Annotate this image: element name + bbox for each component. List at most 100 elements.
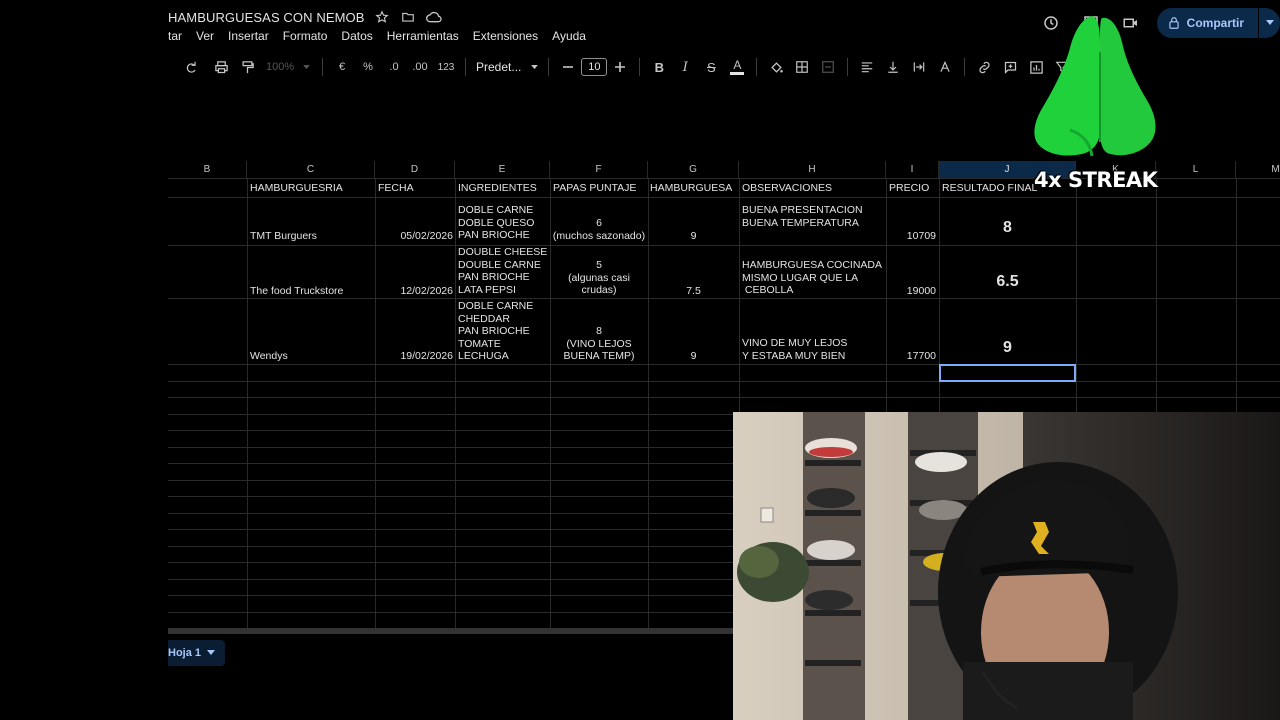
cell-name[interactable]: TMT Burguers — [250, 230, 317, 243]
decrease-decimals-button[interactable]: .0 — [383, 55, 405, 79]
column-header-b[interactable]: B — [168, 161, 247, 179]
menu-herramientas[interactable]: Herramientas — [387, 29, 459, 43]
column-header-l[interactable]: L — [1156, 161, 1236, 179]
menu-extensiones[interactable]: Extensiones — [473, 29, 538, 43]
grid-line — [455, 179, 456, 628]
grid-line — [168, 197, 1280, 198]
sheet-tab[interactable]: Hoja 1 — [168, 640, 226, 666]
cell-observaciones[interactable]: BUENA PRESENTACION BUENA TEMPERATURA — [742, 204, 863, 229]
cell-observaciones[interactable]: VINO DE MUY LEJOS Y ESTABA MUY BIEN — [742, 337, 847, 362]
cell-hamburguesa[interactable]: 7.5 — [648, 285, 739, 298]
header-fecha[interactable]: FECHA — [378, 182, 414, 195]
cell-name[interactable]: Wendys — [250, 350, 288, 363]
column-header-f[interactable]: F — [550, 161, 648, 179]
menu-ayuda[interactable]: Ayuda — [552, 29, 586, 43]
more-formats-button[interactable]: 123 — [435, 55, 457, 79]
toolbar-divider — [548, 58, 550, 76]
cell-precio[interactable]: 19000 — [886, 285, 936, 298]
merge-cells-icon[interactable] — [817, 55, 839, 79]
bold-icon[interactable]: B — [648, 55, 670, 79]
active-cell-selection[interactable] — [939, 364, 1076, 382]
column-header-d[interactable]: D — [375, 161, 455, 179]
cell-hamburguesa[interactable]: 9 — [648, 230, 739, 243]
cell-papas[interactable]: 5 (algunas casi crudas) — [550, 259, 648, 297]
cell-fecha[interactable]: 05/02/2026 — [375, 230, 453, 243]
sheet-tab-label: Hoja 1 — [168, 647, 202, 659]
text-rotation-icon[interactable] — [934, 55, 956, 79]
cell-papas[interactable]: 8 (VINO LEJOS BUENA TEMP) — [550, 325, 648, 363]
header-ingredientes[interactable]: INGREDIENTES — [458, 182, 537, 195]
cell-fecha[interactable]: 12/02/2026 — [375, 285, 453, 298]
cell-precio[interactable]: 10709 — [886, 230, 936, 243]
text-color-icon[interactable]: A — [726, 55, 748, 79]
grid-line — [550, 179, 551, 628]
increase-decimals-button[interactable]: .00 — [409, 55, 431, 79]
menu-insertar[interactable]: Insertar — [228, 29, 269, 43]
toolbar-divider — [322, 58, 323, 76]
decrease-font-size-icon[interactable] — [557, 55, 579, 79]
insert-link-icon[interactable] — [973, 55, 995, 79]
cell-resultado[interactable]: 6.5 — [939, 274, 1076, 290]
print-icon[interactable] — [210, 55, 232, 79]
currency-button[interactable]: € — [331, 55, 353, 79]
column-header-h[interactable]: H — [739, 161, 886, 179]
cell-ingredientes[interactable]: DOBLE CARNE DOBLE QUESO PAN BRIOCHE — [458, 204, 534, 242]
grid-line — [168, 381, 1280, 382]
toolbar-divider — [847, 58, 849, 76]
cloud-status-icon[interactable] — [425, 8, 443, 26]
paint-format-icon[interactable] — [236, 55, 258, 79]
column-header-i[interactable]: I — [886, 161, 939, 179]
document-title[interactable]: HAMBURGUESAS CON NEMOB — [168, 10, 365, 25]
column-header-c[interactable]: C — [247, 161, 375, 179]
increase-font-size-icon[interactable] — [609, 55, 631, 79]
share-dropdown-button[interactable] — [1258, 8, 1280, 38]
header-resultado-final[interactable]: RESULTADO FINAL — [942, 182, 1037, 195]
grid-line — [168, 245, 1280, 246]
horizontal-align-icon[interactable] — [856, 55, 878, 79]
share-label: Compartir — [1186, 16, 1244, 30]
cell-hamburguesa[interactable]: 9 — [648, 350, 739, 363]
menu-datos[interactable]: Datos — [341, 29, 372, 43]
column-header-g[interactable]: G — [648, 161, 739, 179]
grid-line — [247, 179, 248, 628]
header-hamburguesa[interactable]: HAMBURGUESA — [650, 182, 732, 195]
font-size-input[interactable]: 10 — [581, 58, 608, 76]
share-button[interactable]: Compartir — [1156, 8, 1258, 38]
header-papas-puntaje[interactable]: PAPAS PUNTAJE — [553, 182, 636, 195]
praying-hands-sticker — [1034, 16, 1156, 157]
chevron-down-icon — [207, 650, 216, 655]
header-precio[interactable]: PRECIO — [889, 182, 929, 195]
menu-editar[interactable]: tar — [168, 29, 182, 43]
move-folder-icon[interactable] — [399, 8, 417, 26]
cell-observaciones[interactable]: HAMBURGUESA COCINADA MISMO LUGAR QUE LA … — [742, 259, 882, 297]
streak-overlay-text: 4x STREAK — [1034, 168, 1158, 192]
redo-icon[interactable] — [180, 55, 202, 79]
grid-line — [168, 364, 1280, 365]
italic-icon[interactable]: I — [674, 55, 696, 79]
vertical-align-icon[interactable] — [882, 55, 904, 79]
cell-fecha[interactable]: 19/02/2026 — [375, 350, 453, 363]
zoom-select[interactable]: 100% — [262, 55, 314, 79]
cell-ingredientes[interactable]: DOBLE CARNE CHEDDAR PAN BRIOCHE TOMATE L… — [458, 300, 533, 363]
percent-button[interactable]: % — [357, 55, 379, 79]
cell-ingredientes[interactable]: DOUBLE CHEESE DOUBLE CARNE PAN BRIOCHE L… — [458, 246, 547, 296]
fill-color-icon[interactable] — [765, 55, 787, 79]
header-observaciones[interactable]: OBSERVACIONES — [742, 182, 832, 195]
cell-resultado[interactable]: 8 — [939, 220, 1076, 236]
borders-icon[interactable] — [791, 55, 813, 79]
cell-papas[interactable]: 6 (muchos sazonado) — [550, 217, 648, 242]
font-family-select[interactable]: Predet... — [472, 60, 542, 74]
header-hamburgueseria[interactable]: HAMBURGUESRIA — [250, 182, 343, 195]
cell-resultado[interactable]: 9 — [939, 340, 1076, 356]
strikethrough-icon[interactable]: S — [700, 55, 722, 79]
menu-formato[interactable]: Formato — [283, 29, 328, 43]
cell-precio[interactable]: 17700 — [886, 350, 936, 363]
menu-ver[interactable]: Ver — [196, 29, 214, 43]
column-header-m[interactable]: M — [1236, 161, 1280, 179]
menu-bar: tar Ver Insertar Formato Datos Herramien… — [168, 28, 600, 44]
insert-comment-icon[interactable] — [999, 55, 1021, 79]
column-header-e[interactable]: E — [455, 161, 550, 179]
star-icon[interactable] — [373, 8, 391, 26]
cell-name[interactable]: The food Truckstore — [250, 285, 343, 298]
text-wrapping-icon[interactable] — [908, 55, 930, 79]
